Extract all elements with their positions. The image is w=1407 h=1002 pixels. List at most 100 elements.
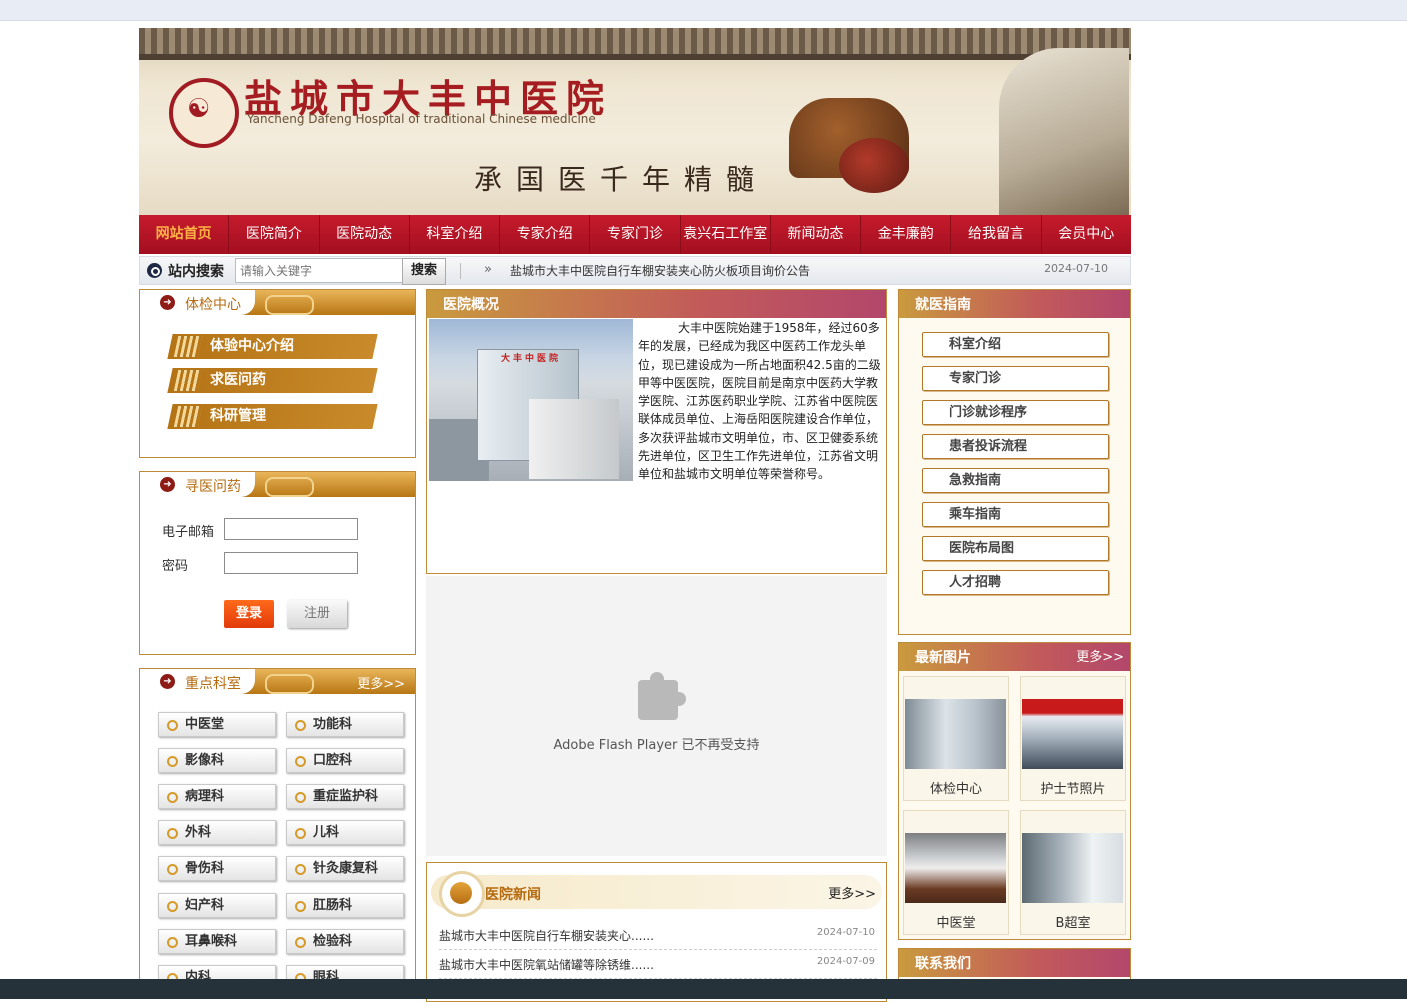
nav-hospital-news[interactable]: 医院动态 [320, 215, 410, 254]
dept-button[interactable]: 耳鼻喉科 [158, 929, 276, 954]
dept-button[interactable]: 妇产科 [158, 893, 276, 918]
photo-ultrasound-room [1022, 833, 1123, 903]
nav-experts[interactable]: 专家介绍 [500, 215, 591, 254]
cloud-scroll-decoration [265, 674, 314, 694]
dept-button[interactable]: 重症监护科 [286, 784, 404, 809]
photo-card[interactable]: 护士节照片 [1020, 676, 1126, 801]
nav-departments[interactable]: 科室介绍 [410, 215, 501, 254]
more-link[interactable]: 更多>> [1076, 643, 1124, 673]
arrow-right-icon: ➜ [160, 477, 175, 492]
nav-news[interactable]: 新闻动态 [771, 215, 862, 254]
box-header: ➜ 重点科室 更多>> [140, 669, 415, 694]
guide-item[interactable]: 门诊就诊程序 [922, 400, 1109, 425]
link-medical-consult[interactable]: 求医问药 [167, 368, 378, 393]
cloud-scroll-decoration [265, 477, 314, 497]
nav-hospital-intro[interactable]: 医院简介 [229, 215, 320, 254]
flash-message: Adobe Flash Player 已不再受支持 [553, 738, 760, 753]
key-departments-box: ➜ 重点科室 更多>> 中医堂 功能科 影像科 口腔科 病理科 重症监护科 外科… [139, 668, 416, 990]
photo-caption: 中医堂 [936, 916, 976, 931]
nav-home[interactable]: 网站首页 [139, 215, 230, 254]
dept-button[interactable]: 儿科 [286, 820, 404, 845]
guide-item[interactable]: 医院布局图 [922, 536, 1109, 561]
arrow-right-icon: ➜ [160, 295, 175, 310]
dept-button[interactable]: 针灸康复科 [286, 856, 404, 881]
guide-item[interactable]: 乘车指南 [922, 502, 1109, 527]
taskbar [0, 979, 1407, 999]
guide-item[interactable]: 人才招聘 [922, 570, 1109, 595]
search-bar: 站内搜索 搜索 » 盐城市大丰中医院自行车棚安装夹心防火板项目询价公告 2024… [139, 256, 1131, 285]
cloud-scroll-decoration [265, 295, 314, 315]
more-link[interactable]: 更多>> [828, 883, 876, 902]
news-item[interactable]: 盐城市大丰中医院自行车棚安装夹心...... 2024-07-10 [439, 921, 877, 950]
box-title: 医院概况 [427, 290, 886, 318]
hospital-english-name: Yancheng Dafeng Hospital of traditional … [247, 112, 596, 126]
password-field[interactable] [224, 552, 358, 574]
dept-button[interactable]: 肛肠科 [286, 893, 404, 918]
news-logo-icon [439, 871, 485, 917]
photo-card[interactable]: B超室 [1020, 810, 1126, 935]
puzzle-plugin-icon [638, 672, 686, 720]
box-title: 重点科室 [185, 676, 241, 692]
arrow-right-icon: ➜ [160, 674, 175, 689]
browser-top-strip [0, 0, 1407, 21]
news-item[interactable]: 盐城市大丰中医院氧站储罐等除锈维...... 2024-07-09 [439, 950, 877, 979]
search-input[interactable] [235, 258, 410, 283]
herbal-bowl-image [839, 138, 909, 193]
search-label: 站内搜索 [168, 264, 224, 280]
box-title: 寻医问药 [185, 479, 241, 495]
link-research[interactable]: 科研管理 [167, 404, 378, 429]
flash-placeholder: Adobe Flash Player 已不再受支持 [426, 576, 887, 856]
photo-caption: B超室 [1055, 916, 1091, 931]
box-title: 体检中心 [185, 297, 241, 313]
link-checkup-intro[interactable]: 体验中心介绍 [167, 334, 378, 359]
site-banner: ☯ 盐城市大丰中医院 Yancheng Dafeng Hospital of t… [139, 28, 1131, 215]
hospital-logo-seal: ☯ [169, 78, 239, 148]
photo-tcm-hall [905, 833, 1006, 903]
ancient-physician-image [999, 48, 1129, 215]
photo-card[interactable]: 中医堂 [903, 810, 1009, 935]
login-box: ➜ 寻医问药 电子邮箱 密码 登录 注册 [139, 471, 416, 655]
notice-date: 2024-07-10 [1044, 262, 1108, 275]
dept-button[interactable]: 中医堂 [158, 712, 276, 737]
dept-button[interactable]: 外科 [158, 820, 276, 845]
roof-edge-decoration [139, 54, 1131, 60]
dept-button[interactable]: 影像科 [158, 748, 276, 773]
photo-caption: 护士节照片 [1040, 782, 1106, 797]
box-title: 就医指南 [899, 290, 1130, 318]
photo-caption: 体检中心 [929, 782, 982, 797]
dept-button[interactable]: 口腔科 [286, 748, 404, 773]
nav-expert-clinic[interactable]: 专家门诊 [590, 215, 681, 254]
box-header: ➜ 体检中心 [140, 290, 415, 315]
search-icon [147, 263, 162, 278]
guide-item[interactable]: 患者投诉流程 [922, 434, 1109, 459]
dept-button[interactable]: 病理科 [158, 784, 276, 809]
more-link[interactable]: 更多>> [357, 673, 405, 692]
email-label: 电子邮箱 [162, 525, 215, 540]
guide-item[interactable]: 急救指南 [922, 468, 1109, 493]
nav-yuan-studio[interactable]: 袁兴石工作室 [681, 215, 771, 254]
dept-button[interactable]: 检验科 [286, 929, 404, 954]
guide-item[interactable]: 科室介绍 [922, 332, 1109, 357]
dept-button[interactable]: 骨伤科 [158, 856, 276, 881]
dept-button[interactable]: 功能科 [286, 712, 404, 737]
register-button[interactable]: 注册 [287, 600, 347, 628]
search-button[interactable]: 搜索 [402, 258, 446, 285]
hospital-overview-box: 医院概况 大丰中医院 大丰中医院始建于1958年，经过60多年的发展，已经成为我… [426, 289, 887, 574]
box-header: ➜ 寻医问药 [140, 472, 415, 497]
email-field[interactable] [224, 518, 358, 540]
login-button[interactable]: 登录 [224, 600, 274, 628]
box-title: 联系我们 [899, 949, 1130, 977]
banner-motto: 承国医千年精髓 [474, 163, 769, 196]
nav-message[interactable]: 给我留言 [951, 215, 1042, 254]
photo-nurses-day [1022, 699, 1123, 769]
divider [460, 263, 461, 279]
password-label: 密码 [162, 559, 189, 574]
double-arrow-icon: » [484, 262, 492, 277]
photo-checkup-center [905, 699, 1006, 769]
guide-item[interactable]: 专家门诊 [922, 366, 1109, 391]
notice-link[interactable]: 盐城市大丰中医院自行车棚安装夹心防火板项目询价公告 [510, 262, 810, 279]
photo-card[interactable]: 体检中心 [903, 676, 1009, 801]
nav-member[interactable]: 会员中心 [1042, 215, 1131, 254]
nav-jinfeng[interactable]: 金丰廉韵 [861, 215, 952, 254]
box-header: 最新图片 更多>> [899, 643, 1130, 671]
